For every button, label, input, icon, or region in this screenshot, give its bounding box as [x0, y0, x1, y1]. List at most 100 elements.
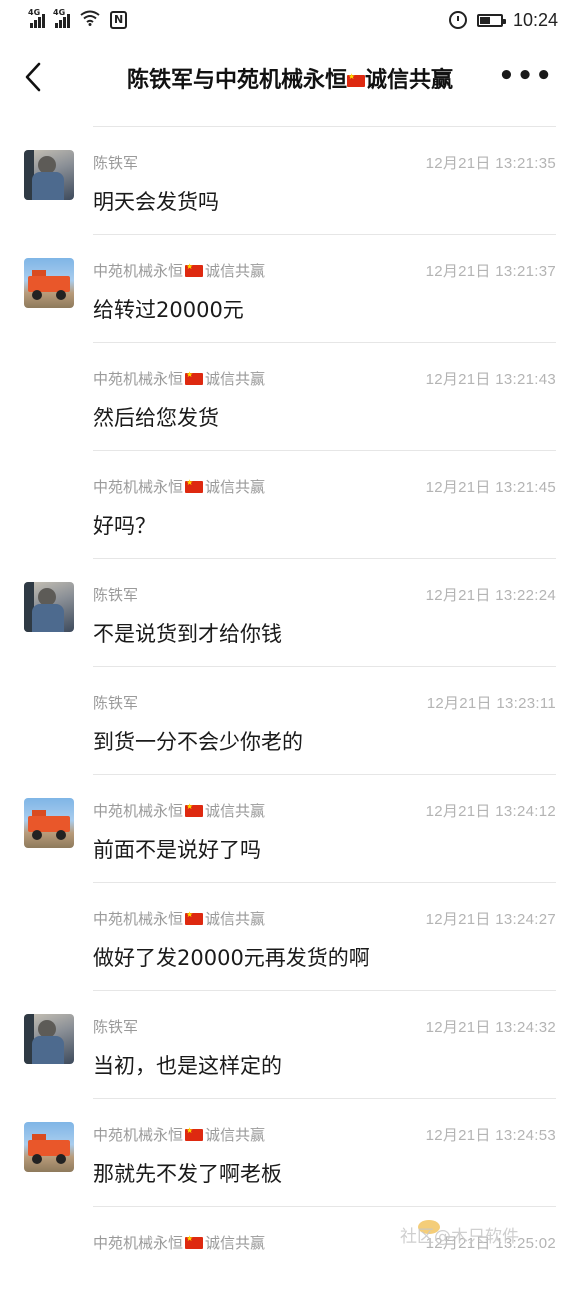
signal-icon-2: 4G: [53, 8, 70, 28]
message-text: 不是说货到才给你钱: [93, 622, 282, 646]
message-text: 做好了发20000元再发货的啊: [93, 946, 370, 970]
sender-name-text: 陈铁军: [93, 586, 139, 604]
chat-title: 陈铁军与中苑机械永恒诚信共赢: [0, 62, 580, 94]
sender-name: 陈铁军: [93, 152, 138, 173]
sender-name-text: 中苑机械永恒: [93, 1234, 184, 1252]
message-divider: [93, 990, 556, 991]
sender-name-text: 中苑机械永恒: [93, 262, 184, 280]
avatar[interactable]: [24, 582, 74, 632]
message-timestamp: 12月21日 13:21:35: [425, 155, 556, 172]
message-row[interactable]: 陈铁军 12月21日 13:23:11 到货一分不会少你老的: [0, 666, 580, 774]
message-text: 到货一分不会少你老的: [93, 730, 303, 754]
message-list: 陈铁军12月21日 13:21:35明天会发货吗中苑机械永恒诚信共赢12月21日…: [0, 126, 580, 1314]
more-options-icon[interactable]: •••: [498, 63, 554, 89]
china-flag-icon: [185, 262, 204, 277]
status-left: 4G 4G N: [28, 8, 128, 30]
clock: 10:24: [512, 9, 558, 30]
message-text: 给转过20000元: [93, 298, 244, 322]
wifi-icon: [80, 10, 100, 30]
sender-name: 中苑机械永恒 诚信共赢: [93, 368, 265, 389]
message-timestamp: 12月21日 13:21:43: [425, 371, 556, 388]
china-flag-icon: [185, 478, 204, 493]
sender-name: 陈铁军: [93, 1016, 138, 1037]
message-row[interactable]: 中苑机械永恒 诚信共赢 12月21日 13:24:12 前面不是说好了吗: [0, 774, 580, 882]
sender-name: 中苑机械永恒 诚信共赢: [93, 1232, 265, 1253]
avatar[interactable]: [24, 1014, 74, 1064]
message-text: 然后给您发货: [93, 406, 219, 430]
message-row[interactable]: 陈铁军 12月21日 13:21:35 明天会发货吗: [0, 126, 580, 234]
sender-name-text: 中苑机械永恒: [93, 1126, 184, 1144]
sender-name: 陈铁军: [93, 584, 138, 605]
avatar[interactable]: [24, 150, 74, 200]
nfc-icon: N: [110, 11, 128, 29]
china-flag-icon: [185, 802, 204, 817]
message-text: 当初，也是这样定的: [93, 1054, 282, 1078]
message-timestamp: 12月21日 13:24:12: [425, 803, 556, 820]
network-type-label: 4G: [53, 8, 66, 17]
china-flag-icon: [185, 1126, 204, 1141]
message-timestamp: 12月21日 13:22:24: [425, 587, 556, 604]
message-divider: [93, 882, 556, 883]
message-timestamp: 12月21日 13:24:32: [425, 1019, 556, 1036]
sender-name: 中苑机械永恒 诚信共赢: [93, 476, 265, 497]
sender-name-text: 中苑机械永恒: [93, 910, 184, 928]
sender-name-text: 中苑机械永恒: [93, 802, 184, 820]
sender-name-text: 陈铁军: [93, 154, 139, 172]
sender-name-text: 陈铁军: [93, 1018, 139, 1036]
china-flag-icon: [347, 72, 365, 87]
message-divider: [93, 342, 556, 343]
status-bar: 4G 4G N 10:24: [0, 0, 580, 40]
message-divider: [93, 1098, 556, 1099]
message-text: 好吗？: [93, 514, 156, 538]
chat-title-suffix: 诚信共赢: [365, 68, 454, 93]
sender-name-suffix: 诚信共赢: [205, 1234, 266, 1252]
sender-name: 中苑机械永恒 诚信共赢: [93, 260, 265, 281]
message-timestamp: 12月21日 13:24:53: [425, 1127, 556, 1144]
avatar[interactable]: [24, 1122, 74, 1172]
network-type-label: 4G: [28, 8, 41, 17]
message-row[interactable]: 中苑机械永恒 诚信共赢 12月21日 13:24:53 那就先不发了啊老板: [0, 1098, 580, 1206]
sender-name-suffix: 诚信共赢: [205, 910, 266, 928]
chat-title-prefix: 陈铁军与中苑机械永恒: [126, 68, 347, 93]
china-flag-icon: [185, 1234, 204, 1249]
message-timestamp: 12月21日 13:21:37: [425, 263, 556, 280]
message-divider: [93, 666, 556, 667]
avatar[interactable]: [24, 258, 74, 308]
sender-name-suffix: 诚信共赢: [205, 370, 266, 388]
alarm-icon: [448, 11, 467, 29]
sender-name: 中苑机械永恒 诚信共赢: [93, 908, 265, 929]
message-row[interactable]: 陈铁军 12月21日 13:24:32 当初，也是这样定的: [0, 990, 580, 1098]
message-timestamp: 12月21日 13:23:11: [426, 695, 556, 712]
battery-level: [479, 16, 490, 24]
sender-name-suffix: 诚信共赢: [205, 478, 266, 496]
chat-header: 陈铁军与中苑机械永恒诚信共赢 •••: [0, 48, 580, 108]
message-divider: [93, 774, 556, 775]
signal-icon-1: 4G: [28, 8, 45, 28]
message-row[interactable]: 中苑机械永恒 诚信共赢 12月21日 13:21:43 然后给您发货: [0, 342, 580, 450]
sender-name: 中苑机械永恒 诚信共赢: [93, 1124, 265, 1145]
watermark: 社区@木只软件: [400, 1227, 519, 1247]
sender-name: 中苑机械永恒 诚信共赢: [93, 800, 265, 821]
sender-name-text: 中苑机械永恒: [93, 478, 184, 496]
message-row[interactable]: 中苑机械永恒 诚信共赢 12月21日 13:21:37 给转过20000元: [0, 234, 580, 342]
china-flag-icon: [185, 370, 204, 385]
sender-name-suffix: 诚信共赢: [205, 1126, 266, 1144]
sender-name-suffix: 诚信共赢: [205, 802, 266, 820]
message-row[interactable]: 陈铁军 12月21日 13:22:24 不是说货到才给你钱: [0, 558, 580, 666]
sender-name-text: 陈铁军: [93, 694, 139, 712]
battery-icon: [476, 13, 506, 27]
china-flag-icon: [185, 910, 204, 925]
message-timestamp: 12月21日 13:21:45: [425, 479, 556, 496]
avatar[interactable]: [24, 798, 74, 848]
message-timestamp: 12月21日 13:24:27: [425, 911, 556, 928]
message-row[interactable]: 中苑机械永恒 诚信共赢 12月21日 13:24:27 做好了发20000元再发货的啊: [0, 882, 580, 990]
message-text: 那就先不发了啊老板: [93, 1162, 282, 1186]
status-right: 10:24: [448, 9, 558, 31]
sender-name-suffix: 诚信共赢: [205, 262, 266, 280]
message-text: 前面不是说好了吗: [93, 838, 261, 862]
message-text: 明天会发货吗: [93, 190, 219, 214]
message-divider: [93, 558, 556, 559]
message-divider: [93, 126, 556, 127]
message-row[interactable]: 中苑机械永恒 诚信共赢 12月21日 13:21:45 好吗？: [0, 450, 580, 558]
sender-name-text: 中苑机械永恒: [93, 370, 184, 388]
